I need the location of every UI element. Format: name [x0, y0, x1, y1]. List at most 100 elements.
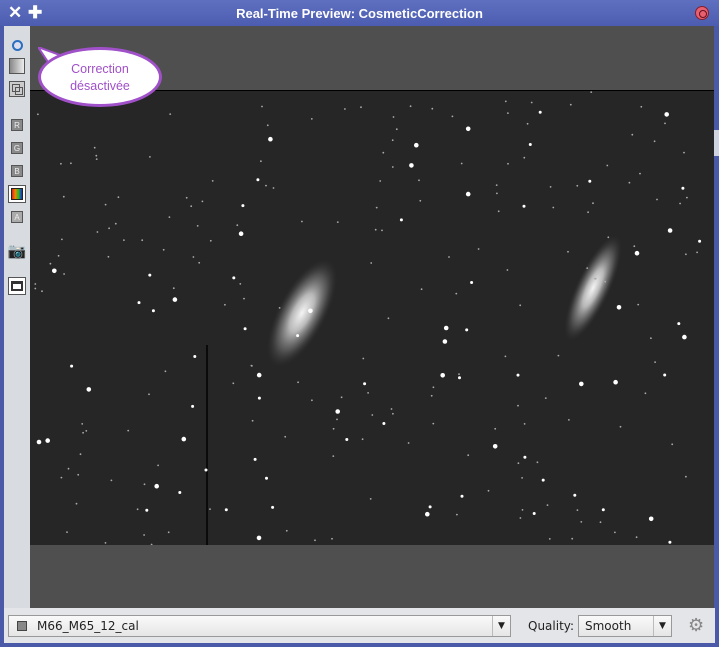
star: [528, 143, 532, 146]
star: [178, 491, 182, 494]
star: [391, 139, 394, 142]
star: [251, 365, 253, 367]
star: [297, 381, 299, 384]
star: [696, 251, 698, 254]
star: [260, 160, 262, 163]
star: [443, 325, 449, 331]
star: [663, 373, 667, 377]
star: [601, 508, 605, 512]
star: [336, 221, 339, 224]
star: [455, 292, 458, 295]
star: [34, 287, 37, 290]
star: [604, 280, 607, 283]
star: [523, 455, 527, 459]
star: [151, 309, 155, 313]
star: [407, 442, 410, 444]
star: [167, 531, 170, 534]
star: [523, 423, 526, 425]
star: [137, 301, 141, 305]
star: [536, 461, 539, 464]
star: [196, 225, 199, 227]
star: [63, 273, 65, 275]
star: [191, 404, 195, 408]
channel-b-button[interactable]: B: [8, 162, 26, 180]
star: [580, 521, 583, 523]
star: [586, 267, 589, 269]
star: [507, 162, 509, 165]
star: [523, 156, 526, 159]
star: [387, 317, 390, 320]
star: [236, 224, 239, 227]
star: [232, 382, 235, 385]
star: [381, 229, 383, 232]
star: [201, 200, 204, 203]
star: [458, 376, 461, 380]
channel-a-button[interactable]: A: [8, 208, 26, 226]
star: [420, 288, 423, 291]
star: [379, 180, 382, 182]
star: [519, 304, 522, 307]
star: [492, 444, 498, 449]
status-bubble: Correction désactivée: [38, 47, 162, 107]
star: [211, 180, 214, 182]
windows-icon[interactable]: [8, 277, 26, 295]
star: [150, 543, 153, 545]
quality-select[interactable]: Smooth ▼: [578, 615, 672, 637]
star: [95, 154, 98, 157]
star: [409, 105, 412, 108]
star: [569, 103, 572, 106]
star: [538, 110, 542, 114]
star: [494, 427, 497, 430]
star: [261, 105, 263, 108]
camera-icon[interactable]: 📷: [8, 242, 27, 260]
star: [375, 206, 378, 209]
toggle-preview-circle-icon[interactable]: [8, 36, 26, 54]
gear-icon[interactable]: ⚙: [688, 615, 704, 636]
star: [517, 462, 520, 465]
star: [331, 537, 333, 540]
channel-g-button[interactable]: G: [8, 139, 26, 157]
star: [425, 511, 430, 517]
rgb-channels-icon[interactable]: [8, 185, 26, 203]
star: [251, 419, 254, 422]
star: [681, 186, 685, 190]
view-selector[interactable]: M66_M65_12_cal ▼: [8, 615, 511, 637]
star: [157, 464, 159, 467]
star: [335, 409, 341, 414]
star: [374, 228, 377, 231]
star: [70, 364, 74, 368]
star: [340, 396, 343, 399]
channel-r-button[interactable]: R: [8, 116, 26, 134]
star: [639, 172, 641, 175]
scrollbar[interactable]: [714, 130, 719, 156]
star: [683, 151, 685, 154]
star: [238, 231, 244, 236]
star: [272, 187, 275, 189]
star: [266, 124, 269, 127]
star: [497, 210, 500, 213]
star: [640, 105, 643, 108]
star: [567, 250, 569, 253]
close-window-button[interactable]: [695, 6, 709, 20]
star: [487, 489, 490, 492]
star: [79, 453, 82, 456]
star: [628, 181, 631, 184]
star: [507, 112, 509, 114]
overlay-icon[interactable]: [8, 80, 26, 98]
star: [548, 538, 551, 540]
window-title: Real-Time Preview: CosmeticCorrection: [236, 6, 483, 21]
star: [419, 199, 422, 202]
star: [168, 216, 171, 218]
star: [143, 534, 145, 536]
star: [495, 184, 498, 186]
star: [504, 100, 507, 103]
star: [592, 202, 594, 205]
preview-canvas[interactable]: [30, 26, 714, 608]
star: [60, 162, 62, 165]
star: [363, 382, 367, 386]
before-after-icon[interactable]: [8, 57, 26, 75]
star: [682, 334, 687, 340]
star: [517, 404, 519, 407]
star: [576, 509, 579, 511]
star: [521, 477, 523, 479]
